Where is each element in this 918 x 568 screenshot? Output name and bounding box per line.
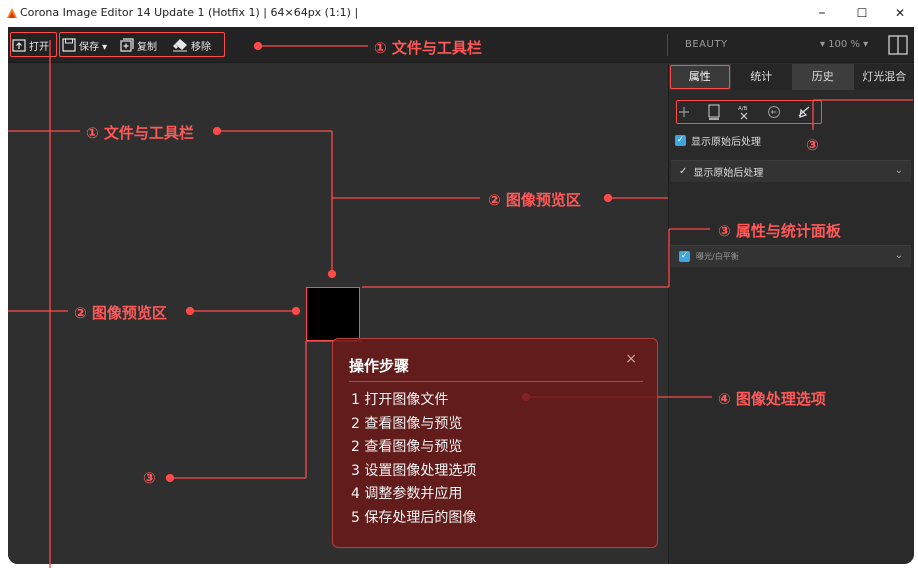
callout-panel: ③ 属性与统计面板: [718, 222, 841, 240]
exposure-section-header[interactable]: ✓ 曝光/白平衡 ⌄: [671, 245, 911, 267]
step-item: 3 设置图像处理选项: [351, 462, 477, 479]
properties-panel: 属性 统计 历史 灯光混合 A/B ✓ 显示原始后处理 ✓ 显示原始后处理 ⌄ …: [668, 64, 914, 564]
title-bar: Corona Image Editor 14 Update 1 (Hotfix …: [0, 0, 918, 27]
callout-panel-icons: ③: [806, 136, 819, 154]
close-window-button[interactable]: ✕: [888, 3, 912, 23]
steps-dialog: 操作步骤 × 1 打开图像文件 2 查看图像与预览 2 查看图像与预览 3 设置…: [332, 338, 658, 548]
show-original-checkbox[interactable]: ✓ 显示原始后处理: [675, 131, 761, 149]
callout-preview-left: ② 图像预览区: [74, 304, 167, 322]
tab-history[interactable]: 历史: [792, 64, 854, 90]
callout-processing: ④ 图像处理选项: [718, 390, 826, 408]
highlight-panel-icons: [676, 100, 822, 124]
step-item: 5 保存处理后的图像: [351, 509, 477, 526]
split-view-icon[interactable]: [888, 35, 908, 55]
callout-marker-bottom: ③: [143, 469, 156, 487]
section-check-icon: ✓: [679, 166, 688, 177]
step-item: 2 查看图像与预览: [351, 415, 463, 432]
checkmark-icon: ✓: [675, 134, 686, 146]
chevron-down-icon: ⌄: [894, 165, 903, 176]
tab-statistics[interactable]: 统计: [730, 64, 792, 90]
highlight-properties-tab: [670, 65, 730, 89]
callout-toolbar-left: ① 文件与工具栏: [86, 124, 194, 142]
highlight-open: [10, 32, 57, 57]
tab-lightmix[interactable]: 灯光混合: [853, 64, 914, 90]
step-item: 2 查看图像与预览: [351, 439, 463, 455]
section2-label: 曝光/白平衡: [696, 252, 739, 261]
callout-toolbar: ① 文件与工具栏: [374, 39, 482, 57]
window-title: Corona Image Editor 14 Update 1 (Hotfix …: [20, 6, 359, 19]
steps-list: 1 打开图像文件 2 查看图像与预览 2 查看图像与预览 3 设置图像处理选项 …: [351, 389, 476, 530]
steps-title: 操作步骤: [349, 357, 410, 375]
show-original-label: 显示原始后处理: [691, 136, 761, 148]
postprocess-section-header[interactable]: ✓ 显示原始后处理 ⌄: [671, 160, 911, 182]
minimize-button[interactable]: –: [810, 3, 834, 23]
section-checkbox-icon[interactable]: ✓: [679, 251, 690, 262]
highlight-file-tools: [59, 32, 225, 57]
step-item: 4 调整参数并应用: [351, 486, 463, 502]
app-logo-icon: [7, 8, 17, 18]
chevron-down-icon: ⌄: [894, 250, 903, 261]
close-icon[interactable]: ×: [625, 351, 637, 367]
callout-preview: ② 图像预览区: [488, 191, 581, 209]
step-item: 1 打开图像文件: [351, 392, 449, 408]
toolbar-divider: [667, 34, 668, 56]
steps-divider: [349, 381, 643, 382]
render-element-select[interactable]: BEAUTY: [685, 39, 728, 50]
maximize-button[interactable]: ☐: [850, 3, 874, 23]
rendered-image: [306, 287, 360, 341]
section1-label: 显示原始后处理: [693, 168, 764, 179]
zoom-select[interactable]: ▾ 100 % ▾: [820, 39, 868, 50]
